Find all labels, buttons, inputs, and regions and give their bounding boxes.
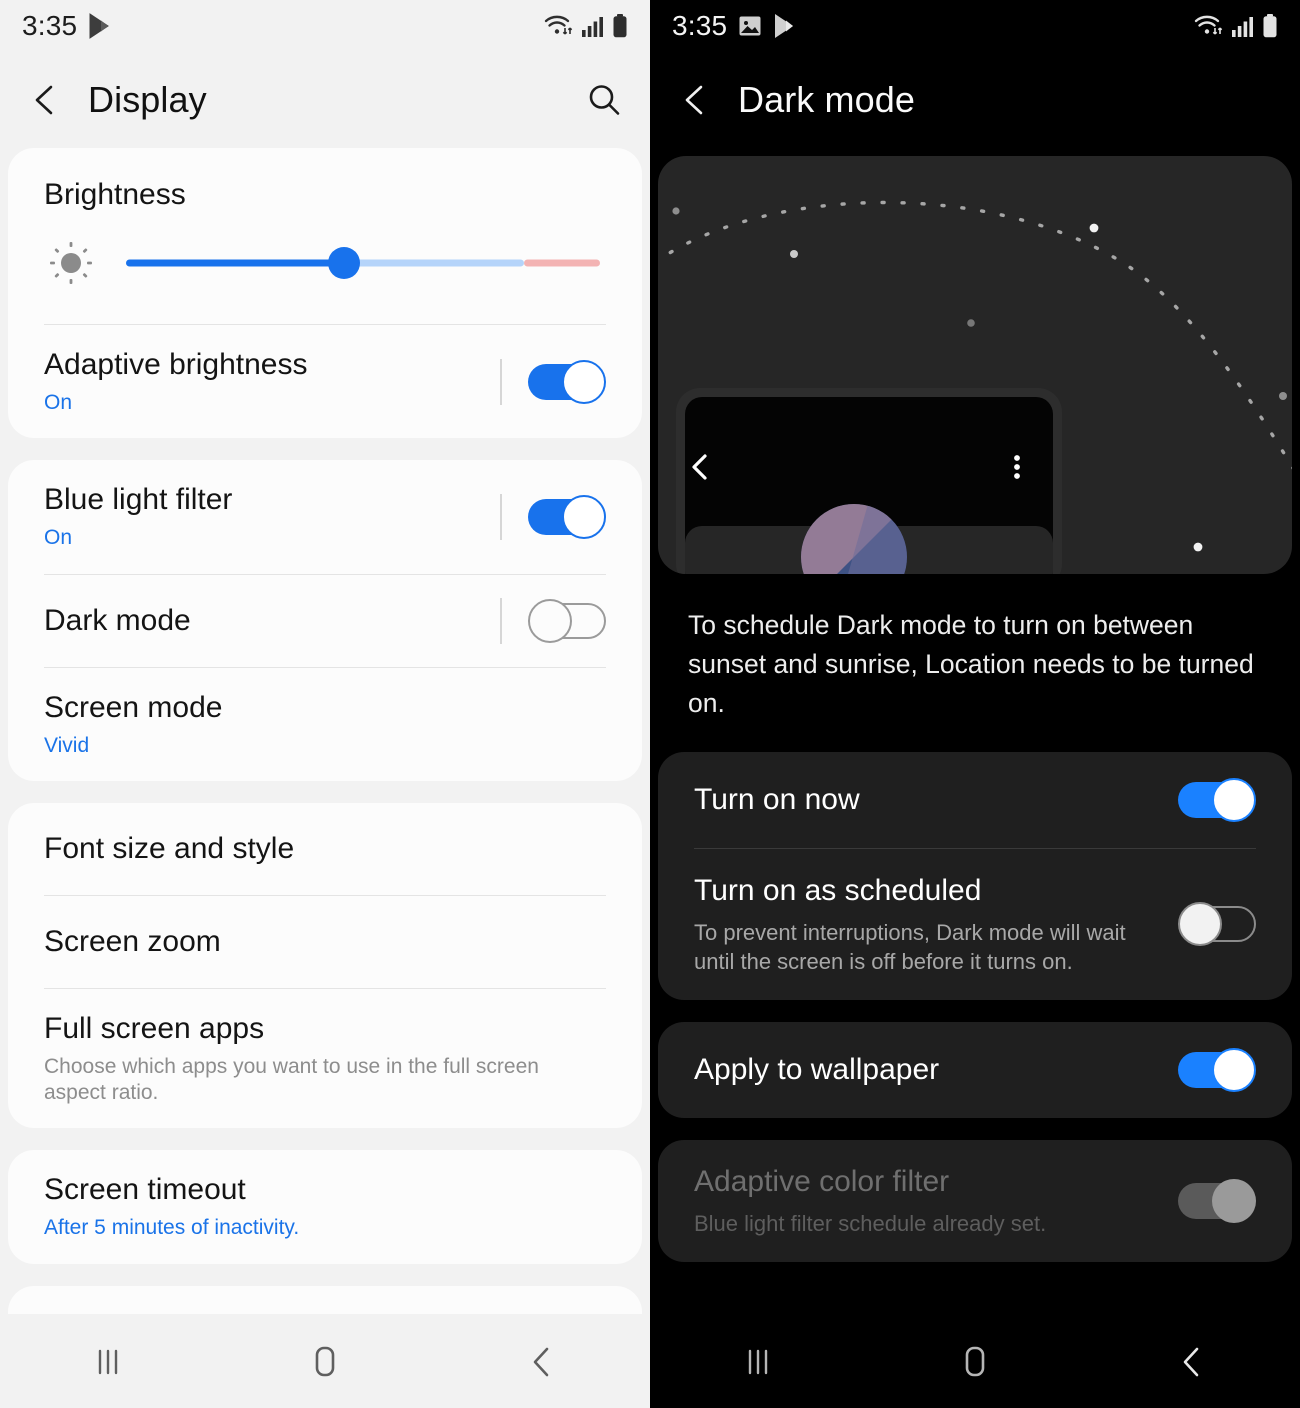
card-screen-timeout: Screen timeout After 5 minutes of inacti…	[8, 1150, 642, 1264]
settings-cards: Brightness Adaptive brightness On Blue l…	[0, 148, 650, 1286]
card-apply-to-wallpaper: Apply to wallpaper	[658, 1021, 1292, 1118]
recents-icon[interactable]	[721, 1332, 795, 1392]
slider-track-filled	[126, 259, 345, 267]
blue-light-filter-toggle[interactable]	[528, 494, 606, 539]
row-subtitle: On	[44, 526, 73, 550]
signal-icon	[1231, 13, 1255, 39]
row-adaptive-color-filter: Adaptive color filter Blue light filter …	[658, 1140, 1292, 1262]
battery-icon	[1262, 13, 1278, 39]
back-icon[interactable]	[505, 1332, 579, 1392]
status-bar-left: 3:35	[672, 10, 797, 42]
row-title: Screen timeout	[44, 1173, 246, 1207]
row-title: Screen mode	[44, 690, 223, 724]
home-icon[interactable]	[288, 1332, 362, 1392]
brightness-slider-row[interactable]	[8, 212, 642, 324]
row-screen-mode[interactable]: Screen mode Vivid	[8, 668, 642, 781]
card-font-zoom: Font size and style Screen zoom Full scr…	[8, 802, 642, 1129]
card-brightness: Brightness Adaptive brightness On	[8, 148, 642, 439]
brightness-label: Brightness	[44, 178, 186, 211]
row-title: Full screen apps	[44, 1011, 265, 1045]
toggle-divider	[500, 358, 502, 405]
row-font-size-and-style[interactable]: Font size and style	[8, 803, 642, 895]
row-subtitle: Choose which apps you want to use in the…	[44, 1054, 539, 1104]
row-full-screen-apps[interactable]: Full screen apps Choose which apps you w…	[8, 989, 642, 1129]
row-blue-light-filter[interactable]: Blue light filter On	[8, 460, 642, 573]
dark-mode-description: To schedule Dark mode to turn on between…	[688, 610, 1254, 719]
status-bar-right	[1194, 13, 1278, 39]
signal-icon	[581, 13, 605, 39]
toggle-divider	[500, 597, 502, 644]
navigation-bar-dark	[650, 1316, 1300, 1408]
apply-to-wallpaper-toggle[interactable]	[1178, 1047, 1256, 1092]
row-subtitle: Blue light filter schedule already set.	[694, 1210, 1047, 1236]
dark-mode-toggle[interactable]	[528, 598, 606, 643]
page-title: Dark mode	[738, 79, 915, 120]
row-title: Screen zoom	[44, 924, 221, 958]
page-title: Display	[88, 79, 207, 120]
turn-on-as-scheduled-toggle[interactable]	[1178, 902, 1256, 947]
slider-track-warm	[524, 259, 600, 267]
status-time: 3:35	[22, 10, 78, 41]
row-title: Turn on now	[694, 782, 860, 816]
row-screen-zoom[interactable]: Screen zoom	[8, 896, 642, 988]
row-title: Apply to wallpaper	[694, 1052, 940, 1086]
dark-mode-cards: Turn on now Turn on as scheduled To prev…	[650, 751, 1300, 1284]
row-adaptive-brightness[interactable]: Adaptive brightness On	[8, 325, 642, 438]
back-chevron-icon[interactable]	[26, 80, 66, 120]
play-store-icon	[88, 13, 112, 39]
brightness-slider[interactable]	[126, 245, 600, 281]
turn-on-now-toggle[interactable]	[1178, 777, 1256, 822]
row-apply-to-wallpaper[interactable]: Apply to wallpaper	[658, 1022, 1292, 1118]
card-next-partial[interactable]	[8, 1285, 642, 1314]
row-title: Adaptive color filter	[694, 1164, 950, 1198]
phone-mockup	[676, 388, 1062, 574]
illustration-svg	[658, 200, 1292, 574]
dual-screenshot: 3:35 Display Brightness Adaptive brightn…	[0, 0, 1300, 1408]
row-title: Adaptive brightness	[44, 348, 308, 381]
row-dark-mode[interactable]: Dark mode	[8, 575, 642, 667]
title-bar-display: Display	[0, 52, 650, 148]
row-subtitle: On	[44, 391, 73, 414]
toggle-divider	[500, 493, 502, 540]
dark-mode-settings-screen: 3:35 Dark mode To schedule Dark mode to …	[650, 0, 1300, 1408]
card-adaptive-color-filter: Adaptive color filter Blue light filter …	[658, 1139, 1292, 1262]
search-icon[interactable]	[584, 80, 624, 120]
back-icon[interactable]	[1155, 1332, 1229, 1392]
status-time: 3:35	[672, 10, 728, 41]
sun-icon	[44, 236, 98, 290]
row-turn-on-as-scheduled[interactable]: Turn on as scheduled To prevent interrup…	[658, 849, 1292, 1000]
back-chevron-icon[interactable]	[676, 80, 716, 120]
row-subtitle: After 5 minutes of inactivity.	[44, 1216, 300, 1240]
slider-track-remaining	[344, 259, 525, 267]
row-title: Blue light filter	[44, 483, 233, 517]
title-bar-dark-mode: Dark mode	[650, 52, 1300, 148]
slider-thumb[interactable]	[328, 247, 361, 279]
card-schedule: Turn on now Turn on as scheduled To prev…	[658, 751, 1292, 1000]
home-icon[interactable]	[938, 1332, 1012, 1392]
row-subtitle: To prevent interruptions, Dark mode will…	[694, 919, 1126, 974]
dark-mode-illustration	[658, 156, 1292, 574]
card-filters: Blue light filter On Dark mode Screen mo…	[8, 460, 642, 781]
adaptive-color-filter-toggle	[1178, 1178, 1256, 1223]
status-bar-light: 3:35	[0, 0, 650, 52]
row-turn-on-now[interactable]: Turn on now	[658, 752, 1292, 848]
row-title: Font size and style	[44, 831, 295, 865]
wifi-icon	[1194, 13, 1224, 39]
navigation-bar-light	[0, 1316, 650, 1408]
status-bar-left: 3:35	[22, 10, 112, 42]
gallery-icon	[738, 14, 762, 38]
row-title: Turn on as scheduled	[694, 873, 982, 907]
wifi-icon	[544, 13, 574, 39]
display-settings-screen: 3:35 Display Brightness Adaptive brightn…	[0, 0, 650, 1408]
row-subtitle: Vivid	[44, 733, 90, 757]
status-bar-right	[544, 13, 628, 39]
play-store-icon	[773, 13, 797, 39]
adaptive-brightness-toggle[interactable]	[528, 359, 606, 404]
battery-icon	[612, 13, 628, 39]
moon-icon	[1127, 252, 1226, 398]
status-bar-dark: 3:35	[650, 0, 1300, 52]
row-screen-timeout[interactable]: Screen timeout After 5 minutes of inacti…	[8, 1150, 642, 1263]
recents-icon[interactable]	[71, 1332, 145, 1392]
row-title: Dark mode	[44, 603, 191, 637]
